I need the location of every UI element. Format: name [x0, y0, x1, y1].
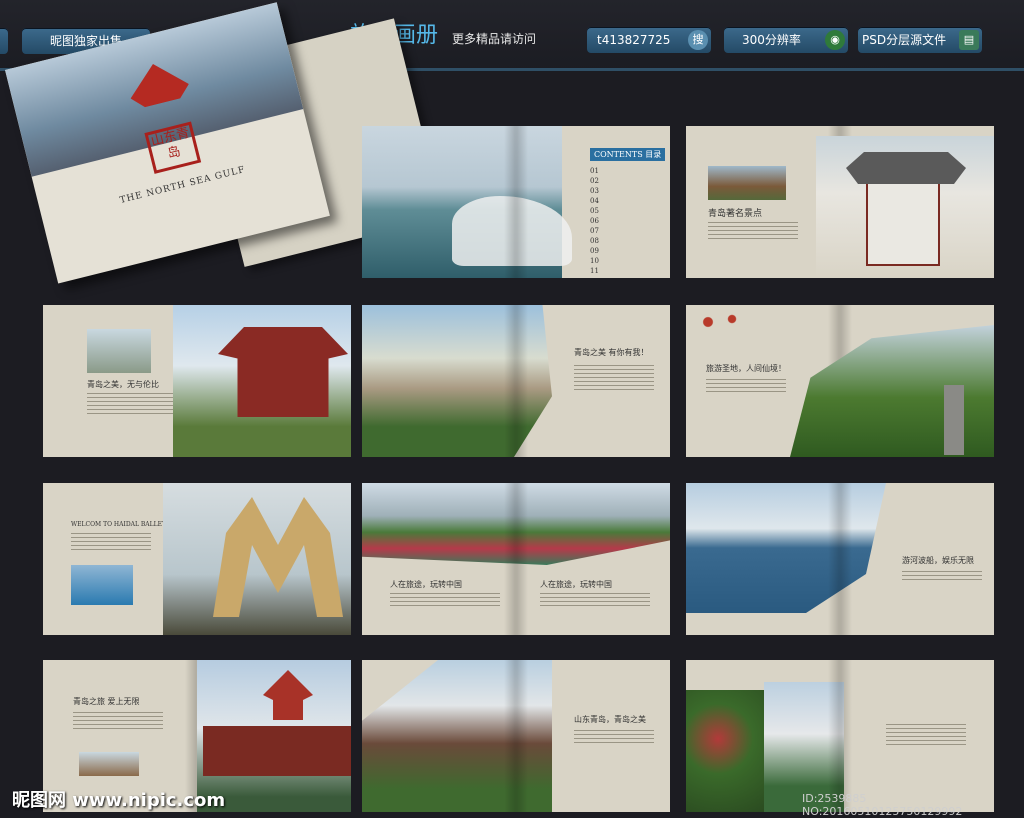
harbor-photo — [686, 483, 886, 613]
text-lines — [706, 379, 786, 395]
search-button[interactable]: t413827725 搜 — [587, 27, 711, 53]
courtyard-heading: 山东青岛，青岛之美 — [574, 715, 646, 724]
pavilion-wall — [866, 184, 940, 266]
text-lines — [574, 730, 654, 746]
psd-button[interactable]: PSD分层源文件 ▤ — [858, 27, 982, 53]
small-house-photo — [708, 166, 786, 200]
spread-landmarks: 青岛著名景点 — [686, 126, 994, 278]
left-edge-tab[interactable] — [0, 28, 8, 54]
gate-photo — [87, 329, 151, 373]
spread-harbor: 游河波船，娱乐无限 — [686, 483, 994, 635]
text-lines — [73, 712, 163, 732]
spine — [504, 305, 528, 457]
image-id: ID:2539885 NO:20160510125750129992 — [802, 792, 963, 818]
plum-blossom — [690, 307, 750, 337]
psd-label: PSD分层源文件 — [862, 33, 947, 47]
search-label: t413827725 — [597, 33, 671, 47]
text-lines — [886, 724, 966, 748]
hedge-photo — [686, 690, 766, 812]
contents-numbers: 01 02 03 04 05 06 07 08 09 10 11 — [590, 167, 599, 275]
spine — [504, 126, 528, 278]
rocks-heading: 青岛之美 有你有我！ — [574, 348, 649, 357]
temple-heading: 青岛之美，无与伦比 — [87, 380, 159, 389]
stone-lantern — [944, 385, 964, 455]
spine — [828, 483, 852, 635]
search-icon: 搜 — [688, 30, 708, 50]
eye-icon: ◉ — [825, 30, 845, 50]
landmarks-heading: 青岛著名景点 — [708, 209, 763, 219]
garden-heading: 旅游圣地，人间仙境！ — [706, 364, 786, 373]
text-lines — [540, 593, 650, 609]
temple-building — [218, 327, 348, 417]
small-pavilion-photo — [79, 752, 139, 776]
harbor-heading: 游河波船，娱乐无限 — [902, 556, 974, 565]
text-lines — [708, 222, 798, 242]
spine — [504, 660, 528, 812]
text-lines — [902, 571, 982, 583]
spread-garden: 旅游圣地，人间仙境！ — [686, 305, 994, 457]
document-icon: ▤ — [959, 30, 979, 50]
red-corridor — [203, 726, 351, 776]
spread-hedge — [686, 660, 994, 812]
spread-rocks: 青岛之美 有你有我！ — [362, 305, 670, 457]
spread-temple: 青岛之美，无与伦比 — [43, 305, 351, 457]
text-lines — [574, 365, 654, 393]
spread-shell: WELCOM TO HAIDAL BALLET ACADEMY — [43, 483, 351, 635]
tower-heading: 青岛之旅 爱上无限 — [73, 697, 140, 706]
pool-photo — [71, 565, 133, 605]
resolution-button[interactable]: 300分辨率 ◉ — [724, 27, 848, 53]
flowers-heading-right: 人在旅途，玩转中国 — [540, 580, 612, 589]
text-lines — [87, 393, 177, 417]
spread-courtyard: 山东青岛，青岛之美 — [362, 660, 670, 812]
page-subtitle: 更多精品请访问 — [452, 32, 537, 46]
flowers-heading-left: 人在旅途，玩转中国 — [390, 580, 462, 589]
spread-flowers: 人在旅途，玩转中国 人在旅途，玩转中国 — [362, 483, 670, 635]
spine — [504, 483, 528, 635]
spine — [828, 660, 852, 812]
watermark: 昵图网 www.nipic.com — [12, 790, 226, 811]
resolution-label: 300分辨率 — [742, 33, 801, 47]
cover-english-text: THE NORTH SEA GULF — [118, 164, 247, 206]
spread-contents: CONTENTS 目录 01 02 03 04 05 06 07 08 09 10 11 — [362, 126, 670, 278]
text-lines — [390, 593, 500, 609]
text-lines — [71, 533, 151, 553]
contents-label: CONTENTS 目录 — [590, 148, 666, 161]
